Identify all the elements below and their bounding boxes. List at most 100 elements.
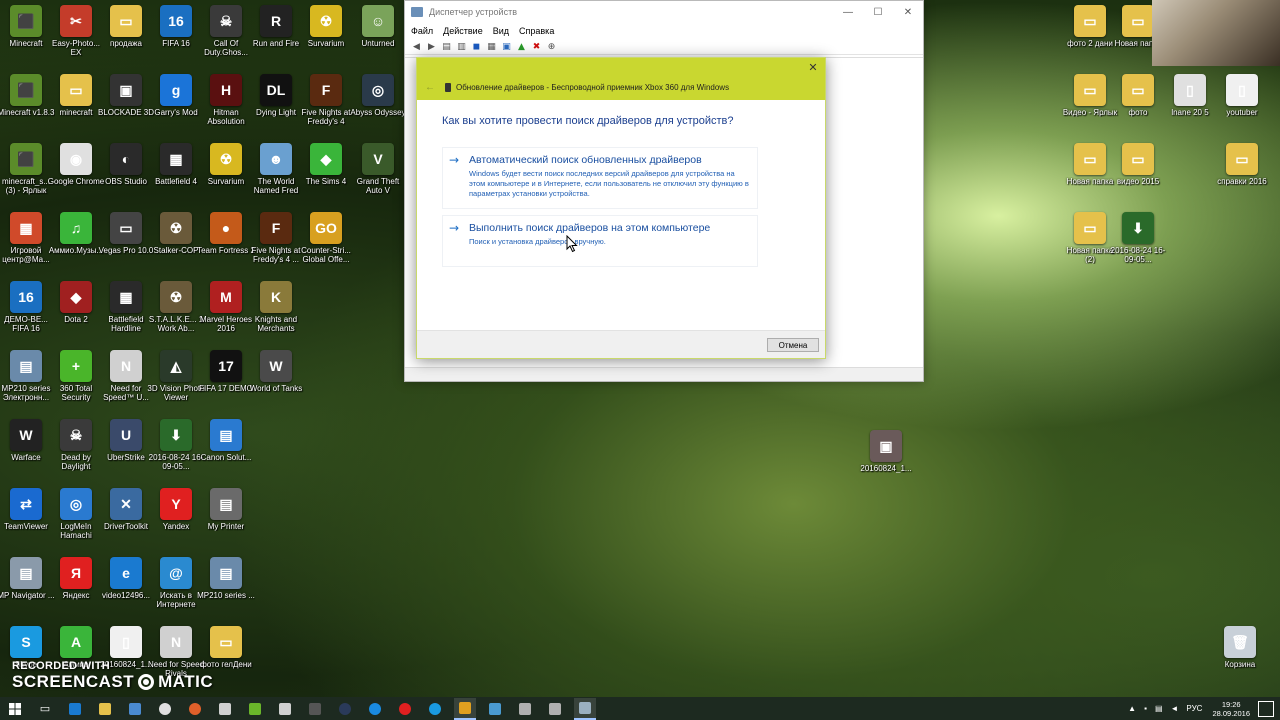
desktop-icon[interactable]: ☠ Dead by Daylight <box>50 419 102 481</box>
clock[interactable]: 19:26 28.09.2016 <box>1212 700 1250 718</box>
driver-update-dialog[interactable]: ✕ ← Обновление драйверов - Беспроводной … <box>416 57 826 359</box>
desktop-icon[interactable]: F Five Nights at Freddy's 4 ... <box>250 212 302 274</box>
taskbar-yandex-icon[interactable] <box>394 698 416 720</box>
cancel-button[interactable]: Отмена <box>767 338 819 352</box>
desktop-icon[interactable]: ◎ LogMeIn Hamachi <box>50 488 102 550</box>
notification-center-icon[interactable] <box>1258 700 1274 717</box>
menu-view[interactable]: Вид <box>493 26 509 36</box>
back-icon[interactable]: ◀ <box>411 41 422 52</box>
desktop-icon[interactable]: ◆ The Sims 4 <box>300 143 352 205</box>
desktop-icon[interactable]: ▦ Battlefield 4 <box>150 143 202 205</box>
desktop-icon[interactable]: ▭ справки 2016 <box>1216 143 1268 205</box>
desktop-icon[interactable]: ▤ MP210 series Электронн... <box>0 350 52 412</box>
desktop-icon[interactable]: K Knights and Merchants <box>250 281 302 343</box>
desktop-icon[interactable]: ⬇ 2016-08-24 16-09-05... <box>149 419 203 481</box>
desktop-icon[interactable]: ▭ фото 2 дани <box>1064 5 1116 67</box>
taskbar-firefox-icon[interactable] <box>184 698 206 720</box>
desktop-icon[interactable]: ▭ Новая папка (2) <box>1064 212 1116 274</box>
desktop-icon[interactable]: M Marvel Heroes 2016 <box>200 281 252 343</box>
desktop-icon[interactable]: F Five Nights at Freddy's 4 <box>300 74 352 136</box>
desktop-icon[interactable]: ◐ OBS Studio <box>100 143 152 205</box>
desktop-icon[interactable]: W Warface <box>0 419 52 481</box>
option-manual-search[interactable]: → Выполнить поиск драйверов на этом комп… <box>442 215 758 267</box>
desktop-icon[interactable]: ▦ Игровой центр@Ма... <box>0 212 52 274</box>
desktop-icon[interactable]: W World of Tanks <box>250 350 302 412</box>
desktop-icon[interactable]: ▭ Новая папка <box>1064 143 1116 205</box>
uninstall-icon[interactable]: ✖ <box>531 41 542 52</box>
desktop-icon[interactable]: ▤ My Printer <box>200 488 252 550</box>
desktop-icon[interactable]: ▯ youtuber <box>1216 74 1268 136</box>
desktop-icon[interactable]: ☢ Survarium <box>200 143 252 205</box>
window-titlebar[interactable]: Диспетчер устройств — ☐ ✕ <box>405 1 923 23</box>
update-driver-icon[interactable]: ▲ <box>516 41 527 52</box>
option-auto-search[interactable]: → Автоматический поиск обновленных драйв… <box>442 147 758 209</box>
desktop-icon[interactable]: DL Dying Light <box>250 74 302 136</box>
desktop-icon[interactable]: g Garry's Mod <box>150 74 202 136</box>
maximize-button[interactable]: ☐ <box>863 1 893 23</box>
desktop-icon[interactable]: ☻ The World Named Fred <box>250 143 302 205</box>
desktop-icon[interactable]: ⬛ Minecraft <box>0 5 52 67</box>
taskbar-console-icon[interactable] <box>304 698 326 720</box>
desktop-icon[interactable]: R Run and Fire <box>250 5 302 67</box>
desktop-icon[interactable]: ⇄ TeamViewer <box>0 488 52 550</box>
taskbar-monitor-icon[interactable] <box>484 698 506 720</box>
network-icon[interactable]: ▤ <box>1155 704 1163 713</box>
taskbar-steam-icon[interactable] <box>334 698 356 720</box>
desktop-icon[interactable]: N Need for Speed™ U... <box>100 350 152 412</box>
start-button[interactable] <box>4 698 26 720</box>
menu-help[interactable]: Справка <box>519 26 554 36</box>
taskbar-ie-icon[interactable] <box>364 698 386 720</box>
desktop-icon[interactable]: 🗑 Корзина <box>1214 626 1266 688</box>
taskbar-device2-icon[interactable] <box>544 698 566 720</box>
desktop-icon[interactable]: ◆ Dota 2 <box>50 281 102 343</box>
taskbar-pdf-icon[interactable] <box>244 698 266 720</box>
menu-file[interactable]: Файл <box>411 26 433 36</box>
desktop-icon[interactable]: ▭ продажа <box>100 5 152 67</box>
properties-icon[interactable]: ▥ <box>456 41 467 52</box>
desktop-icon[interactable]: ▭ Vegas Pro 10.0 <box>99 212 153 274</box>
desktop-icon[interactable]: ♫ Аммио.Музы... <box>49 212 103 274</box>
desktop-icon[interactable]: V Grand Theft Auto V <box>352 143 404 205</box>
desktop-icon[interactable]: @ Искать в Интернете <box>150 557 202 619</box>
tray-expand-icon[interactable]: ▲ <box>1128 704 1136 713</box>
desktop-icon[interactable]: U UberStrike <box>100 419 152 481</box>
desktop-icon[interactable]: ▭ фото <box>1112 74 1164 136</box>
back-arrow-icon[interactable]: ← <box>425 82 435 93</box>
desktop-icon[interactable]: ▭ Видео - Ярлык <box>1063 74 1117 136</box>
desktop-icon[interactable]: Я Яндекс <box>50 557 102 619</box>
language-indicator[interactable]: РУС <box>1186 704 1202 713</box>
desktop-icon[interactable]: ▣ 20160824_1... <box>860 430 912 492</box>
desktop-icon[interactable]: +360 Total Security <box>50 350 102 412</box>
desktop-icon[interactable]: 17 FIFA 17 DEMO <box>199 350 253 412</box>
desktop-icon[interactable]: ⬛ minecraft_s... (3) - Ярлык <box>0 143 52 205</box>
desktop-icon[interactable]: 16 FIFA 16 <box>150 5 202 67</box>
desktop-icon[interactable]: H Hitman Absolution <box>200 74 252 136</box>
desktop-icon[interactable]: ◉ Google Chrome <box>48 143 104 205</box>
desktop-icon[interactable]: ☢ Stalker-COP <box>150 212 202 274</box>
desktop-icon[interactable]: ✂ Easy-Photo... EX <box>50 5 102 67</box>
desktop-icon[interactable]: ✕ DriverToolkit <box>100 488 152 550</box>
taskbar-device-manager-icon[interactable] <box>574 697 596 720</box>
close-button[interactable]: ✕ <box>893 1 923 23</box>
desktop-icon[interactable]: ● Team Fortress 2 <box>197 212 255 274</box>
desktop-icon[interactable]: 16 ДЕМО-ВЕ... FIFA 16 <box>0 281 52 343</box>
desktop-icon[interactable]: ▣ BLOCKADE 3D <box>98 74 154 136</box>
desktop-icon[interactable]: ▭ видео 2015 <box>1112 143 1164 205</box>
taskbar-device-icon[interactable] <box>514 698 536 720</box>
desktop-icon[interactable]: ◭ 3D Vision Photo Viewer <box>147 350 205 412</box>
view-icon[interactable]: ▤ <box>441 41 452 52</box>
taskbar-app-icon[interactable] <box>274 698 296 720</box>
desktop-icon[interactable]: ☺ Unturned <box>352 5 404 67</box>
minimize-button[interactable]: — <box>833 1 863 23</box>
taskbar-skype-icon[interactable] <box>424 698 446 720</box>
monitor-icon[interactable]: ▣ <box>501 41 512 52</box>
desktop-icon[interactable]: GO Counter-Stri... Global Offe... <box>300 212 352 274</box>
taskbar-explorer-icon[interactable] <box>94 698 116 720</box>
menu-action[interactable]: Действие <box>443 26 483 36</box>
desktop-icon[interactable]: ▯ lnane 20 5 <box>1164 74 1216 136</box>
tray-app-icon[interactable]: ▪ <box>1144 704 1147 713</box>
desktop-icon[interactable]: ▤ MP Navigator ... <box>0 557 55 619</box>
volume-icon[interactable]: ◄ <box>1171 704 1179 713</box>
desktop-icon[interactable]: ⬇ 2016-08-24 16-09-05... <box>1111 212 1165 274</box>
desktop-icon[interactable]: ☢ Survarium <box>300 5 352 67</box>
